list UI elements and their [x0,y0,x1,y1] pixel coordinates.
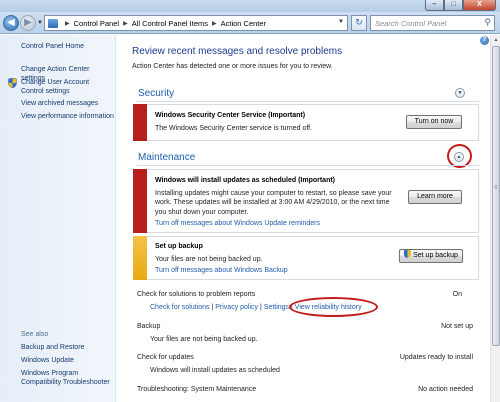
see-also-backup-restore[interactable]: Backup and Restore [21,344,84,353]
uac-shield-icon [8,78,17,88]
scroll-thumb[interactable]: ≡ [492,46,500,346]
uac-shield-icon [404,250,412,258]
help-icon[interactable]: ? [480,36,489,45]
set-up-backup-button[interactable]: Set up backup [399,249,463,263]
backup-row-label: Backup [137,323,161,330]
sidebar: Control Panel Home Change Action Center … [0,35,116,402]
maximize-button[interactable]: □ [444,0,463,11]
sidebar-item-uac-settings[interactable]: Change User Account Control settings [21,79,113,96]
forward-button[interactable]: ▶ [20,15,36,31]
main-content: ? Review recent messages and resolve pro… [117,35,490,402]
address-bar[interactable]: ▶ Control Panel ▶ All Control Panel Item… [44,15,348,31]
address-dropdown-icon[interactable]: ▼ [338,19,344,25]
backup-alert-text: Your files are not being backed up. [155,256,263,263]
scroll-up-icon[interactable]: ▲ [492,35,500,45]
backup-alert-title: Set up backup [155,243,203,250]
check-for-solutions-link[interactable]: Check for solutions [150,304,210,311]
breadcrumb-all-items[interactable]: All Control Panel Items [132,19,208,28]
see-also-heading: See also [21,331,49,338]
page-subtitle: Action Center has detected one or more i… [132,63,333,70]
turn-on-now-button[interactable]: Turn on now [406,115,462,129]
turn-off-update-reminders-link[interactable]: Turn off messages about Windows Update r… [155,220,320,227]
search-icon[interactable]: ⚲ [484,17,491,28]
chevron-right-icon[interactable]: ▶ [123,20,128,27]
chevron-right-icon[interactable]: ▶ [212,20,217,27]
sidebar-item-performance-info[interactable]: View performance information [21,113,114,122]
problem-reports-label: Check for solutions to problem reports [137,291,256,298]
search-input[interactable]: Search Control Panel ⚲ [370,15,495,31]
control-panel-icon [48,18,58,28]
annotation-ellipse [289,297,378,317]
backup-row-detail: Your files are not being backed up. [150,336,258,343]
window-controls: – □ X [425,0,496,12]
security-alert: Windows Security Center Service (Importa… [133,104,479,141]
close-button[interactable]: X [463,0,496,11]
warning-severity-bar [133,236,147,280]
back-button[interactable]: ◀ [3,15,19,31]
windows-update-alert: Windows will install updates as schedule… [133,169,479,233]
turn-off-backup-messages-link[interactable]: Turn off messages about Windows Backup [155,267,288,274]
updates-row-detail: Windows will install updates as schedule… [150,367,280,374]
breadcrumb-control-panel[interactable]: Control Panel [74,19,119,28]
set-up-backup-label: Set up backup [413,252,458,259]
problem-reports-status: On [452,291,462,298]
recent-pages-dropdown[interactable]: ▼ [37,20,43,26]
breadcrumb-action-center[interactable]: Action Center [221,19,266,28]
refresh-button[interactable]: ↻ [351,15,367,31]
vertical-scrollbar[interactable]: ▲ ≡ [490,35,500,402]
security-expand-icon[interactable]: ▼ [455,88,465,98]
see-also-compat-troubleshooter[interactable]: Windows Program Compatibility Troublesho… [21,370,113,387]
backup-alert: Set up backup Your files are not being b… [133,236,479,280]
security-alert-title: Windows Security Center Service (Importa… [155,112,306,119]
sidebar-home-link[interactable]: Control Panel Home [21,43,84,52]
chevron-right-icon[interactable]: ▶ [65,20,70,27]
see-also-windows-update[interactable]: Windows Update [21,357,74,366]
updates-row-label: Check for updates [137,354,194,361]
section-divider [137,165,479,166]
critical-severity-bar [133,104,147,141]
security-alert-text: The Windows Security Center service is t… [155,125,313,132]
troubleshooting-row-status: No action needed [418,386,473,393]
update-alert-title: Windows will install updates as schedule… [155,177,336,184]
sidebar-item-archived-messages[interactable]: View archived messages [21,100,98,109]
settings-link[interactable]: Settings [264,304,289,311]
search-placeholder: Search Control Panel [375,19,447,28]
grip-icon: ≡ [494,185,498,191]
section-divider [137,101,479,102]
backup-row-status: Not set up [441,323,473,330]
address-toolbar: ◀ ▶ ▼ ▶ Control Panel ▶ All Control Pane… [0,12,500,34]
security-section-title[interactable]: Security [138,88,174,99]
title-bar: – □ X [0,0,500,12]
minimize-button[interactable]: – [425,0,444,11]
critical-severity-bar [133,169,147,233]
learn-more-button[interactable]: Learn more [408,190,462,204]
update-alert-text: Installing updates might cause your comp… [155,190,392,216]
maintenance-section-title[interactable]: Maintenance [138,152,195,163]
page-title: Review recent messages and resolve probl… [132,46,343,57]
updates-row-status: Updates ready to install [399,354,473,361]
privacy-policy-link[interactable]: Privacy policy [215,304,258,311]
troubleshooting-row-label: Troubleshooting: System Maintenance [137,386,257,393]
